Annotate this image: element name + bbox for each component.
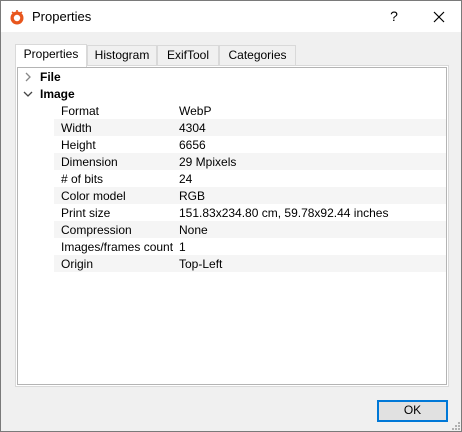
group-label: Image	[40, 87, 75, 101]
property-row[interactable]: Width 4304	[54, 119, 446, 136]
property-key: Print size	[61, 206, 111, 220]
property-value: 6656	[179, 138, 206, 152]
property-row[interactable]: Images/frames count 1	[54, 238, 446, 255]
group-file[interactable]: File	[18, 69, 446, 86]
property-row[interactable]: Print size 151.83x234.80 cm, 59.78x92.44…	[54, 204, 446, 221]
property-value: 24	[179, 172, 193, 186]
property-key: Dimension	[61, 155, 118, 169]
property-value: 151.83x234.80 cm, 59.78x92.44 inches	[179, 206, 389, 220]
tab-histogram[interactable]: Histogram	[87, 45, 157, 66]
property-value: None	[179, 223, 208, 237]
tab-properties[interactable]: Properties	[15, 44, 87, 67]
property-value: 1	[179, 240, 186, 254]
property-value: Top-Left	[179, 257, 223, 271]
property-value: 29 Mpixels	[179, 155, 237, 169]
property-key: # of bits	[61, 172, 104, 186]
property-key: Images/frames count	[61, 240, 174, 254]
title-bar[interactable]: Properties ?	[1, 1, 461, 32]
property-row[interactable]: Color model RGB	[54, 187, 446, 204]
property-row[interactable]: # of bits 24	[54, 170, 446, 187]
window-title: Properties	[32, 9, 92, 24]
group-image[interactable]: Image	[18, 86, 446, 103]
help-button[interactable]: ?	[377, 1, 411, 32]
property-key: Height	[61, 138, 96, 152]
app-icon	[10, 10, 24, 25]
property-row[interactable]: Height 6656	[54, 136, 446, 153]
property-row[interactable]: Dimension 29 Mpixels	[54, 153, 446, 170]
property-value: 4304	[179, 121, 206, 135]
properties-dialog: Properties ? Properties Histogram ExifTo…	[0, 0, 462, 432]
tab-exiftool[interactable]: ExifTool	[157, 45, 219, 66]
property-row[interactable]: Format WebP	[54, 102, 446, 119]
property-key: Compression	[61, 223, 132, 237]
property-row[interactable]: Origin Top-Left	[54, 255, 446, 272]
size-grip-icon[interactable]	[451, 421, 461, 431]
property-key: Origin	[61, 257, 94, 271]
tab-panel: File Image Format WebP Width 4304 Height…	[15, 65, 449, 387]
property-value: RGB	[179, 189, 206, 203]
close-icon	[433, 11, 445, 22]
property-key: Width	[61, 121, 92, 135]
property-key: Color model	[61, 189, 126, 203]
ok-button[interactable]: OK	[377, 400, 448, 422]
tab-categories[interactable]: Categories	[219, 45, 296, 66]
properties-tree[interactable]: File Image Format WebP Width 4304 Height…	[17, 67, 447, 385]
chevron-down-icon[interactable]	[23, 89, 33, 99]
property-key: Format	[61, 104, 100, 118]
close-button[interactable]	[417, 1, 461, 32]
group-label: File	[40, 70, 61, 84]
chevron-right-icon[interactable]	[23, 72, 33, 82]
property-row[interactable]: Compression None	[54, 221, 446, 238]
property-value: WebP	[179, 104, 212, 118]
